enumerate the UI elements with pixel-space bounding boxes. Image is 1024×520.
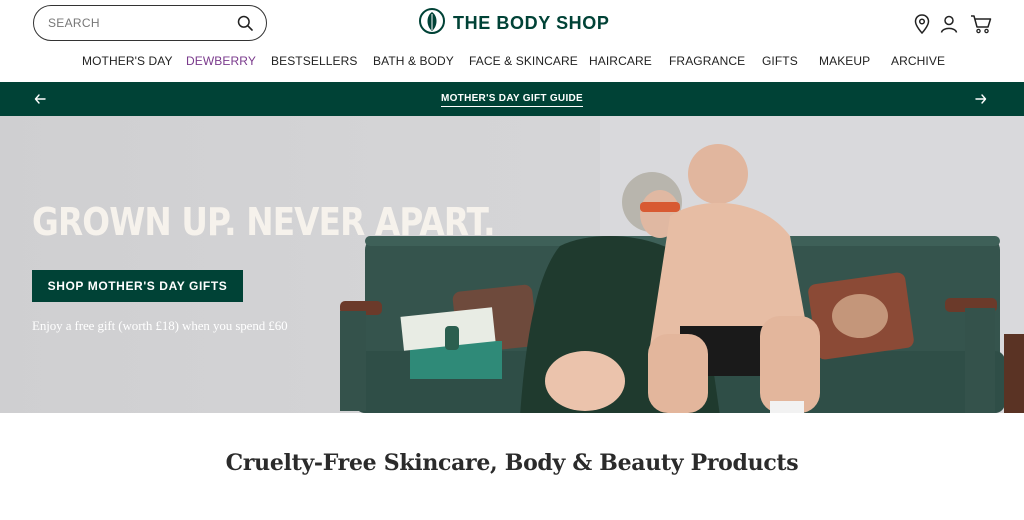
promo-bar: MOTHER'S DAY GIFT GUIDE [0, 82, 1024, 116]
nav-item-bestsellers[interactable]: BESTSELLERS [271, 54, 357, 68]
store-locator-icon[interactable] [911, 13, 933, 35]
nav-item-mothers-day[interactable]: MOTHER'S DAY [82, 54, 173, 68]
cart-icon[interactable] [969, 13, 993, 35]
search-bar[interactable] [33, 5, 267, 41]
shop-gifts-button[interactable]: SHOP MOTHER'S DAY GIFTS [32, 270, 243, 302]
leaf-logo-icon [419, 7, 445, 39]
account-icon[interactable] [938, 13, 960, 35]
nav-item-fragrance[interactable]: FRAGRANCE [669, 54, 745, 68]
section-heading: Cruelty-Free Skincare, Body & Beauty Pro… [225, 450, 799, 476]
nav-item-bath-body[interactable]: BATH & BODY [373, 54, 454, 68]
nav-item-gifts[interactable]: GIFTS [762, 54, 798, 68]
search-input[interactable] [48, 16, 236, 30]
nav-item-haircare[interactable]: HAIRCARE [589, 54, 652, 68]
search-icon[interactable] [236, 14, 254, 32]
promo-link[interactable]: MOTHER'S DAY GIFT GUIDE [440, 93, 584, 107]
hero-subcopy: Enjoy a free gift (worth £18) when you s… [32, 318, 288, 333]
nav-item-face-skincare[interactable]: FACE & SKINCARE [469, 54, 578, 68]
nav-item-makeup[interactable]: MAKEUP [819, 54, 870, 68]
main-nav: MOTHER'S DAY DEWBERRY BESTSELLERS BATH &… [0, 54, 1024, 70]
nav-item-dewberry[interactable]: DEWBERRY [186, 54, 256, 68]
brand-name: THE BODY SHOP [453, 12, 610, 33]
hero-banner: GROWN UP. NEVER APART. SHOP MOTHER'S DAY… [0, 116, 1024, 413]
nav-item-archive[interactable]: ARCHIVE [891, 54, 945, 68]
site-header: THE BODY SHOP MOTHER'S DAY DEWBERRY BEST… [0, 0, 1024, 82]
brand-logo[interactable]: THE BODY SHOP [419, 7, 610, 39]
hero-image [340, 116, 1024, 413]
arrow-right-icon[interactable] [973, 91, 989, 107]
promo-message: MOTHER'S DAY GIFT GUIDE [0, 93, 1024, 107]
hero-headline: GROWN UP. NEVER APART. [32, 200, 496, 244]
